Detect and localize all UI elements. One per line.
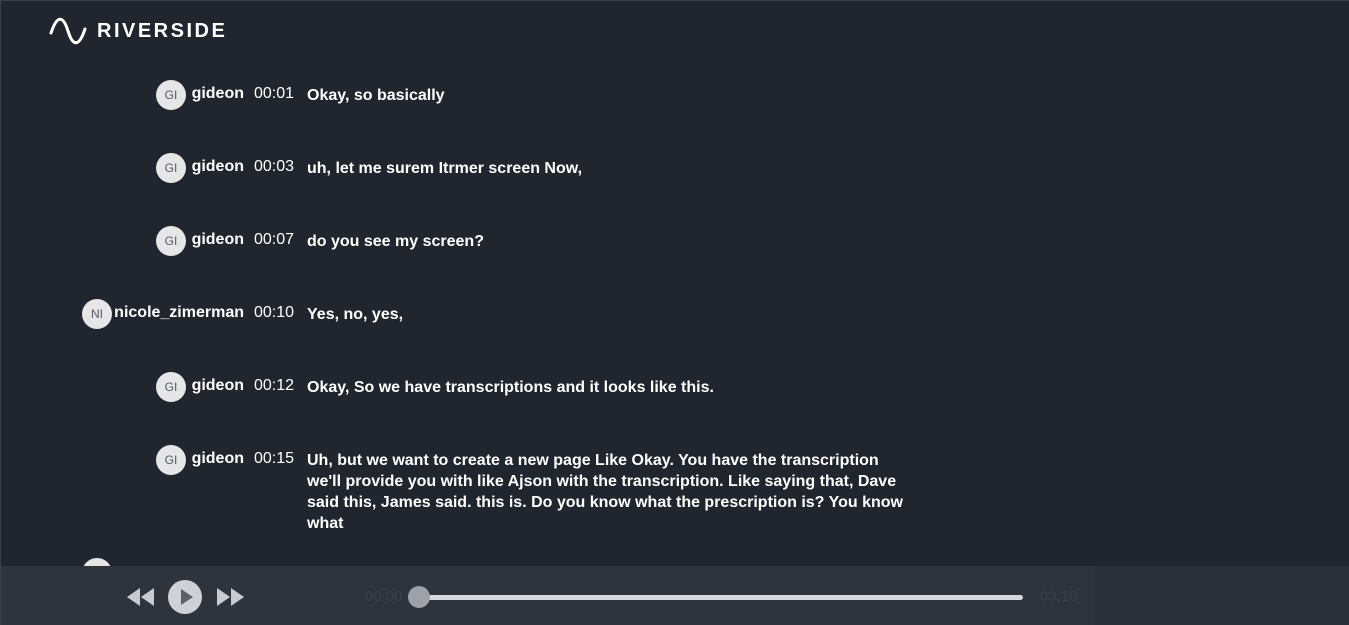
transcript-list: GI gideon 00:01 Okay, so basically GI gi… xyxy=(1,1,1349,566)
speaker-name: gideon xyxy=(191,85,244,102)
avatar: GI xyxy=(156,153,186,183)
avatar: GI xyxy=(156,372,186,402)
seek-handle[interactable] xyxy=(408,586,430,608)
transcript-text: uh, let me surem Itrmer screen Now, xyxy=(307,160,583,177)
timestamp[interactable]: 00:15 xyxy=(254,450,294,468)
fast-forward-icon[interactable] xyxy=(215,587,245,607)
seek-track[interactable] xyxy=(419,595,1023,600)
avatar: GI xyxy=(156,226,186,256)
app-window: RIVERSIDE GI gideon 00:01 Okay, so basic… xyxy=(0,0,1349,625)
rewind-icon[interactable] xyxy=(126,587,156,607)
transcript-text: do you see my screen? xyxy=(307,233,484,250)
speaker-name: nicole_zimerman xyxy=(114,304,244,321)
timestamp[interactable]: 00:01 xyxy=(254,85,294,103)
transcript-entry: GI gideon 00:01 Okay, so basically xyxy=(1,80,1349,110)
play-icon xyxy=(181,589,193,605)
speaker-name: gideon xyxy=(191,231,244,248)
current-time: 00:00 xyxy=(365,588,403,605)
timestamp[interactable]: 00:10 xyxy=(254,304,294,322)
transcript-entry: GI gideon 00:12 Okay, So we have transcr… xyxy=(1,372,1349,402)
avatar xyxy=(82,558,112,566)
timestamp[interactable]: 00:07 xyxy=(254,231,294,249)
transcript-text: Okay, so basically xyxy=(307,87,445,104)
timestamp[interactable]: 00:03 xyxy=(254,158,294,176)
transcript-text: Uh, but we want to create a new page Lik… xyxy=(307,452,903,532)
transcript-text: Okay, So we have transcriptions and it l… xyxy=(307,379,714,396)
transcript-entry: GI gideon 00:03 uh, let me surem Itrmer … xyxy=(1,153,1349,183)
audio-player: 00:00 03:10 xyxy=(1,566,1349,625)
transcript-entry: GI gideon 00:15 Uh, but we want to creat… xyxy=(1,445,1349,532)
speaker-name: gideon xyxy=(191,158,244,175)
avatar: GI xyxy=(156,445,186,475)
transcript-text: Yes, no, yes, xyxy=(307,306,404,323)
player-side-panel xyxy=(1095,566,1349,625)
play-button[interactable] xyxy=(168,580,202,614)
avatar: NI xyxy=(82,299,112,329)
speaker-name: gideon xyxy=(191,377,244,394)
transcript-entry: GI gideon 00:07 do you see my screen? xyxy=(1,226,1349,256)
avatar: GI xyxy=(156,80,186,110)
total-time: 03:10 xyxy=(1040,588,1078,605)
transcript-entry: NI nicole_zimerman 00:10 Yes, no, yes, xyxy=(1,299,1349,329)
speaker-name: gideon xyxy=(191,450,244,467)
timestamp[interactable]: 00:12 xyxy=(254,377,294,395)
